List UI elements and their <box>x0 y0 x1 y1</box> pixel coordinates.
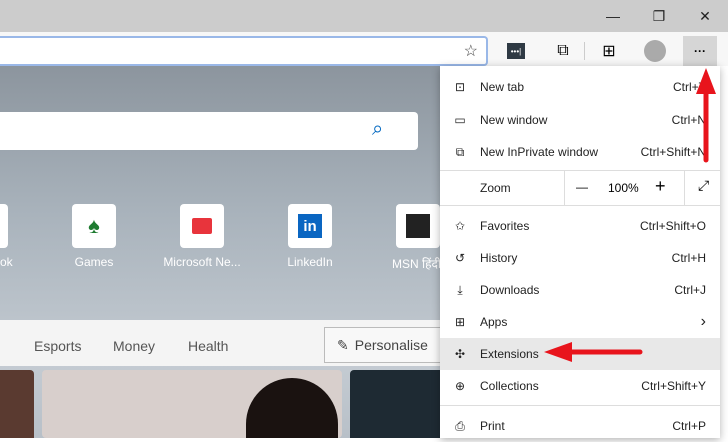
arrow-up-annotation <box>696 68 716 163</box>
arrow-left-annotation <box>544 342 643 362</box>
annotation-arrows <box>544 68 716 362</box>
